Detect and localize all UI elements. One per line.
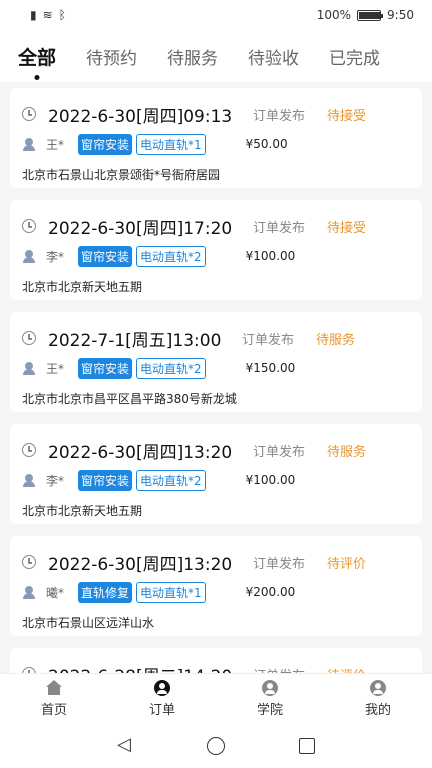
- clock-icon: [22, 555, 36, 569]
- order-label: 订单发布: [242, 332, 295, 348]
- status-badge: 待服务: [327, 444, 367, 460]
- status-badge: 待评价: [327, 556, 367, 572]
- status-badge: 待服务: [316, 332, 356, 348]
- tabbar-label: 学院: [256, 702, 283, 718]
- home-circle-icon[interactable]: [207, 736, 225, 755]
- order-datetime: 2022-6-30[周四]13:20: [48, 442, 233, 463]
- user-icon: [22, 137, 36, 151]
- clock-icon: [22, 443, 36, 457]
- customer-name: 曦*: [46, 585, 65, 600]
- service-tag: 窗帘安装: [78, 245, 133, 267]
- status-time: 9:50: [387, 8, 414, 22]
- status-badge: 待接受: [327, 108, 367, 124]
- tabbar-label: 我的: [364, 702, 391, 718]
- customer-name: 李*: [46, 249, 65, 264]
- order-price: ¥150.00: [245, 361, 296, 375]
- status-badge: 待接受: [327, 220, 367, 236]
- tabbar-label: 订单: [148, 702, 175, 718]
- bluetooth-icon: ᛒ: [58, 8, 66, 22]
- order-card[interactable]: 2022-6-30[周四]13:20 订单发布 待服务 李* 窗帘安装 电动直轨…: [10, 424, 422, 524]
- order-price: ¥100.00: [245, 473, 296, 487]
- tabbar-label: 首页: [40, 702, 67, 718]
- order-label: 订单发布: [253, 665, 305, 674]
- tab-pending-service[interactable]: 待服务: [167, 44, 218, 69]
- back-icon[interactable]: [117, 734, 133, 755]
- order-price: ¥100.00: [245, 249, 296, 263]
- screen: ▮ ≋ ᛒ 100% 9:50 全部 待预约 待服务 待验收 已完成 2022-…: [0, 0, 432, 768]
- order-card[interactable]: 2022-7-1[周五]13:00 订单发布 待服务 王* 窗帘安装 电动直轨*…: [10, 312, 422, 412]
- user-icon: [22, 249, 36, 263]
- product-tag: 电动直轨*2: [136, 469, 206, 491]
- order-datetime: 2022-6-30[周四]09:13: [48, 106, 233, 127]
- tab-pending-appointment[interactable]: 待预约: [86, 44, 137, 69]
- tabbar-item-college[interactable]: 学院: [216, 674, 324, 723]
- system-navbar: [0, 723, 432, 768]
- order-datetime: 2022-6-30[周四]17:20: [48, 218, 233, 239]
- order-price: ¥200.00: [245, 585, 296, 599]
- order-address: 北京市北京新天地五期: [22, 504, 143, 518]
- order-address: 北京市石景山北京景颂街*号衙府居园: [22, 168, 221, 182]
- clock-icon: [22, 331, 36, 345]
- order-card[interactable]: 2022-6-30[周四]17:20 订单发布 待接受 李* 窗帘安装 电动直轨…: [10, 200, 422, 300]
- product-tag: 电动直轨*1: [136, 581, 206, 603]
- order-label: 订单发布: [253, 556, 306, 572]
- tabbar-item-orders[interactable]: 订单: [108, 674, 216, 723]
- tab-pending-acceptance[interactable]: 待验收: [248, 44, 299, 69]
- service-tag: 窗帘安装: [78, 133, 133, 155]
- order-tabs: 全部 待预约 待服务 待验收 已完成: [0, 30, 432, 82]
- order-icon: [154, 679, 170, 696]
- battery-percent: 100%: [316, 8, 352, 22]
- customer-name: 王*: [46, 137, 65, 152]
- tab-completed[interactable]: 已完成: [329, 44, 380, 69]
- service-tag: 直轨修复: [78, 581, 133, 603]
- sim-icon: ▮: [30, 8, 37, 22]
- tabbar-item-profile[interactable]: 我的: [324, 674, 432, 723]
- order-label: 订单发布: [253, 220, 306, 236]
- customer-name: 李*: [46, 473, 65, 488]
- user-icon: [22, 585, 36, 599]
- service-tag: 窗帘安装: [78, 469, 133, 491]
- product-tag: 电动直轨*1: [136, 133, 206, 155]
- clock-icon: [22, 107, 36, 121]
- college-icon: [262, 679, 278, 696]
- home-icon: [45, 679, 63, 696]
- order-list[interactable]: 2022-6-30[周四]09:13 订单发布 待接受 王* 窗帘安装 电动直轨…: [0, 88, 432, 673]
- clock-icon: [22, 219, 36, 233]
- status-badge: 待评价: [327, 665, 366, 674]
- user-icon: [22, 473, 36, 487]
- order-address: 北京市北京市昌平区昌平路380号新龙城: [22, 392, 237, 406]
- order-card[interactable]: 2022-6-28[周二]14:20 订单发布 待评价: [10, 648, 422, 673]
- status-right: 100% 9:50: [317, 8, 414, 22]
- profile-icon: [370, 679, 386, 696]
- wifi-icon: ≋: [42, 8, 53, 22]
- order-address: 北京市北京新天地五期: [22, 280, 143, 294]
- customer-name: 王*: [46, 361, 65, 376]
- status-left: ▮ ≋ ᛒ: [30, 8, 66, 22]
- product-tag: 电动直轨*2: [136, 245, 206, 267]
- order-address: 北京市石景山区远洋山水: [22, 616, 155, 630]
- order-datetime: 2022-6-28[周二]14:20: [48, 662, 253, 674]
- tabbar-item-home[interactable]: 首页: [0, 674, 108, 723]
- recents-icon[interactable]: [299, 737, 315, 754]
- order-price: ¥50.00: [245, 137, 288, 151]
- order-label: 订单发布: [253, 444, 306, 460]
- order-card[interactable]: 2022-6-30[周四]13:20 订单发布 待评价 曦* 直轨修复 电动直轨…: [10, 536, 422, 636]
- order-card[interactable]: 2022-6-30[周四]09:13 订单发布 待接受 王* 窗帘安装 电动直轨…: [10, 88, 422, 188]
- status-bar: ▮ ≋ ᛒ 100% 9:50: [0, 0, 432, 30]
- bottom-tabbar: 首页 订单 学院 我的: [0, 673, 432, 723]
- service-tag: 窗帘安装: [78, 357, 133, 379]
- order-datetime: 2022-7-1[周五]13:00: [48, 330, 222, 351]
- order-datetime: 2022-6-30[周四]13:20: [48, 554, 233, 575]
- battery-icon: [357, 9, 384, 21]
- user-icon: [22, 361, 36, 375]
- product-tag: 电动直轨*2: [136, 357, 206, 379]
- tab-all[interactable]: 全部: [18, 43, 56, 70]
- order-label: 订单发布: [253, 108, 306, 124]
